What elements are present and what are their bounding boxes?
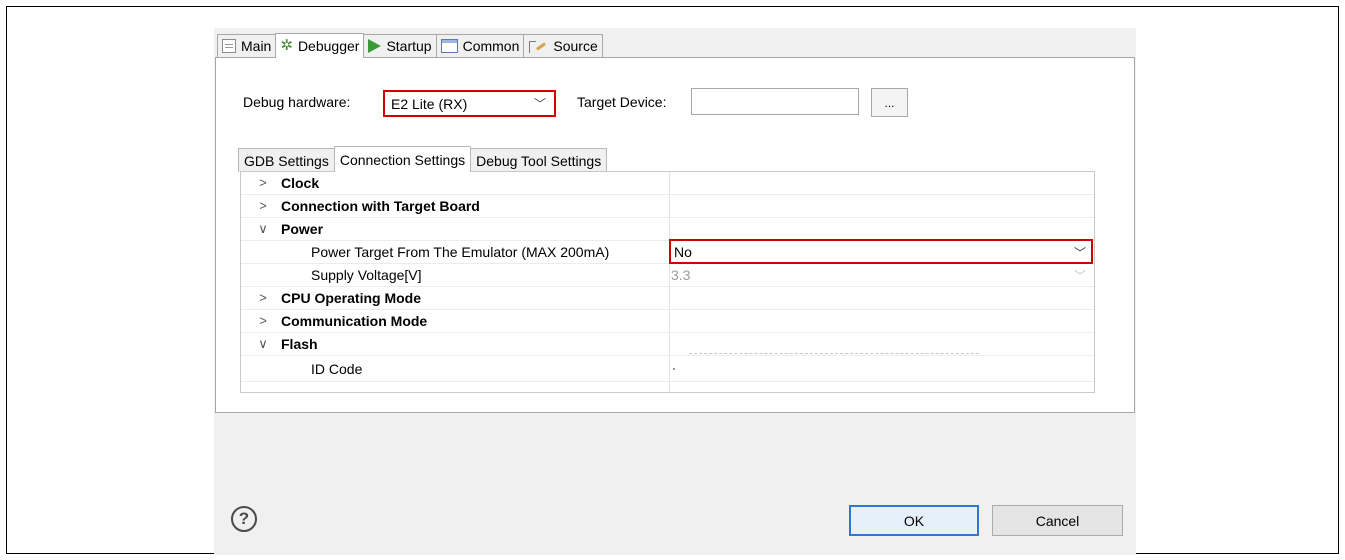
tab-connection-settings[interactable]: Connection Settings	[333, 146, 472, 172]
debug-hardware-label: Debug hardware:	[243, 94, 351, 110]
tree-label-clock: Clock	[281, 175, 320, 191]
tree-row-connection-with-target-board[interactable]: > Connection with Target Board	[241, 195, 1094, 218]
tab-debug-tool-settings[interactable]: Debug Tool Settings	[470, 148, 608, 172]
tree-label-cpu-mode: CPU Operating Mode	[281, 290, 422, 306]
chevron-down-icon[interactable]: ∨	[257, 221, 269, 237]
tab-debug-tool-settings-label: Debug Tool Settings	[476, 152, 602, 169]
browse-device-label: ...	[884, 95, 895, 110]
common-icon	[440, 39, 458, 53]
tab-common-label: Common	[462, 38, 520, 54]
tab-main[interactable]: Main	[217, 34, 277, 57]
power-target-value: No	[674, 243, 692, 260]
id-code-value-field[interactable]	[673, 368, 675, 370]
tab-debugger-label: Debugger	[297, 38, 360, 54]
source-icon	[528, 39, 548, 53]
chevron-down-icon[interactable]: ∨	[257, 336, 269, 352]
target-device-input[interactable]	[691, 88, 859, 115]
help-button[interactable]: ?	[231, 506, 257, 532]
chevron-down-icon: ﹀	[1073, 269, 1086, 283]
tree-row-power-target: Power Target From The Emulator (MAX 200m…	[241, 239, 1094, 264]
tree-row-communication-mode[interactable]: > Communication Mode	[241, 310, 1094, 333]
id-code-label: ID Code	[311, 361, 363, 377]
tab-startup[interactable]: Startup	[363, 34, 437, 57]
tree-row-id-code: ID Code	[241, 356, 1094, 382]
tab-startup-label: Startup	[386, 38, 432, 54]
bug-icon: ✲	[280, 37, 293, 54]
file-icon	[222, 39, 236, 53]
tab-gdb-settings-label: GDB Settings	[244, 152, 329, 169]
play-icon	[368, 39, 382, 53]
tree-row-clock[interactable]: > Clock	[241, 172, 1094, 195]
tab-gdb-settings[interactable]: GDB Settings	[238, 148, 335, 172]
tree-label-connection: Connection with Target Board	[281, 198, 480, 214]
tab-common[interactable]: Common	[435, 34, 525, 57]
settings-tabs: GDB Settings Connection Settings Debug T…	[238, 146, 608, 172]
value-divider	[689, 353, 979, 354]
cancel-button[interactable]: Cancel	[992, 505, 1123, 536]
configuration-tabs: Main ✲ Debugger Startup Common Source	[217, 33, 603, 58]
tree-row-cpu-operating-mode[interactable]: > CPU Operating Mode	[241, 287, 1094, 310]
ok-button-label: OK	[903, 512, 925, 529]
tab-connection-settings-label: Connection Settings	[339, 151, 466, 168]
tree-label-power: Power	[281, 221, 324, 237]
debug-hardware-value: E2 Lite (RX)	[391, 95, 468, 112]
target-device-label: Target Device:	[577, 94, 667, 110]
chevron-down-icon: ﹀	[533, 97, 546, 111]
supply-voltage-value: 3.3	[671, 267, 691, 283]
tab-main-label: Main	[241, 38, 272, 54]
tree-label-comm-mode: Communication Mode	[281, 313, 428, 329]
supply-voltage-label: Supply Voltage[V]	[311, 267, 422, 283]
debug-hardware-select[interactable]: E2 Lite (RX) ﹀	[383, 90, 556, 117]
question-icon: ?	[238, 509, 250, 528]
chevron-right-icon[interactable]: >	[257, 313, 269, 328]
tab-debugger[interactable]: ✲ Debugger	[275, 33, 365, 58]
chevron-right-icon[interactable]: >	[257, 175, 269, 190]
ok-button[interactable]: OK	[849, 505, 979, 536]
tree-row-flash[interactable]: ∨ Flash	[241, 333, 1094, 356]
power-target-label: Power Target From The Emulator (MAX 200m…	[311, 244, 610, 260]
power-target-select[interactable]: No ﹀	[669, 239, 1093, 264]
chevron-down-icon: ﹀	[1073, 246, 1086, 260]
tree-label-flash: Flash	[281, 336, 318, 352]
tab-source[interactable]: Source	[523, 34, 603, 57]
connection-settings-tree: > Clock > Connection with Target Board ∨…	[240, 171, 1095, 393]
chevron-right-icon[interactable]: >	[257, 290, 269, 305]
tree-row-supply-voltage: Supply Voltage[V] 3.3 ﹀	[241, 264, 1094, 287]
chevron-right-icon[interactable]: >	[257, 198, 269, 213]
browse-device-button[interactable]: ...	[871, 88, 908, 117]
cancel-button-label: Cancel	[1035, 512, 1080, 529]
tab-source-label: Source	[553, 38, 598, 54]
tree-row-power[interactable]: ∨ Power	[241, 218, 1094, 241]
